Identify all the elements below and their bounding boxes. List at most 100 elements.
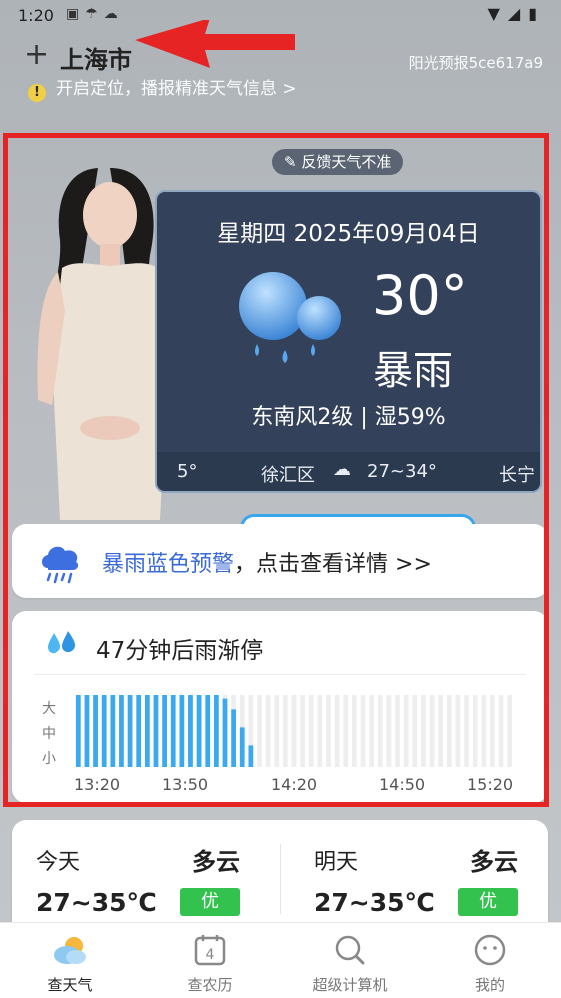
time-tick: 15:20 [467,775,514,794]
status-notification-icons: ▣☂☁ [66,6,124,22]
tab-weather[interactable]: 查天气 [0,923,140,998]
time-tick: 13:20 [74,775,121,794]
tomorrow-label: 明天 [314,850,359,875]
bottom-tab-bar: 查天气 4 查农历 超级计算机 我的 [0,922,561,998]
app-icon: ▣ [66,6,86,22]
rain-bar-track [377,695,383,767]
rain-bar-track [265,695,271,767]
rain-bar [84,695,90,767]
rain-bar [239,727,245,767]
tab-label: 超级计算机 [312,976,388,994]
edit-icon: ✎ [284,153,297,171]
rain-bar-track [360,695,366,767]
rain-bar-track [257,695,262,767]
tab-profile[interactable]: 我的 [420,923,560,998]
ticker-item: 徐汇区 [261,465,315,486]
cloud-rain-icon: ☂ [85,6,104,22]
tomorrow-condition: 多云 [470,848,518,876]
ticker-item: 长宁 [499,465,535,486]
rain-bar-track [403,695,409,767]
raindrops-icon [48,631,76,654]
rain-bar [188,695,193,767]
tab-label: 查农历 [187,976,233,994]
brand-label: 阳光预报5ce617a9 [408,54,543,72]
rain-nowcast-card[interactable]: 47分钟后雨渐停 大 中 小 13:20 13:50 14:20 14:50 1… [12,611,548,803]
weather-icon [54,937,86,964]
calendar-day: 4 [206,947,215,963]
rain-bar-track [352,695,357,767]
rain-bar-track [334,695,340,767]
rain-bar [144,695,150,767]
current-weather-card[interactable]: 星期四 2025年09月04日 30° 暴雨 东南风2级 | 湿59% 5° 徐… [155,190,542,493]
district-ticker[interactable]: 5° 徐汇区 ☁ 27~34° 长宁 [157,452,540,491]
rain-bar [205,695,211,767]
calendar-icon: 4 [194,935,226,966]
tomorrow-temp: 27~35℃ [314,888,435,917]
annotation-arrow [135,20,295,68]
rain-bar [179,695,185,767]
rain-bar [162,695,167,767]
today-aqi-badge: 优 [180,888,240,916]
tab-calendar[interactable]: 4 查农历 [140,923,280,998]
feedback-label: 反馈天气不准 [301,153,392,171]
rain-bar [222,698,228,767]
rain-bar-track [326,695,331,767]
wifi-icon: ▼ [487,4,508,23]
alert-title: 暴雨蓝色预警 [102,552,235,577]
rain-bar-track [395,695,400,767]
rain-bar-track [421,695,426,767]
rain-bar-track [464,695,469,767]
time-tick: 14:50 [379,775,426,794]
rain-bar-track [455,695,461,767]
battery-icon: ▮ [528,4,545,23]
rain-bar [213,695,219,767]
rain-bar-track [481,695,487,767]
rain-bar-track [317,695,323,767]
today-label: 今天 [36,850,81,875]
tomorrow-aqi-badge: 优 [458,888,518,916]
rain-bar [110,695,116,767]
cloud-sun-icon: ☁ [333,459,351,480]
scale-medium: 中 [42,726,56,742]
rain-bar [231,709,236,767]
time-tick: 13:50 [162,775,209,794]
rain-bar-track [472,695,478,767]
rain-bar [248,745,254,767]
rain-bar-track [498,695,504,767]
today-condition: 多云 [192,848,240,876]
rain-bar [196,695,202,767]
rainstorm-warning-icon [42,546,79,584]
divider [34,674,526,675]
tab-supercomputer[interactable]: 超级计算机 [280,923,420,998]
tab-label: 查天气 [47,976,93,994]
today-temp: 27~35℃ [36,888,157,917]
status-system-icons: ▼◢▮ [488,4,545,23]
city-name[interactable]: 上海市 [60,40,132,75]
profile-icon [474,934,506,966]
rain-bar [136,695,142,767]
ticker-item: 27~34° [367,461,437,482]
status-time: 1:20 [18,6,54,25]
feedback-button[interactable]: ✎ 反馈天气不准 [272,149,404,175]
weather-alert-card[interactable]: 暴雨蓝色预警，点击查看详情 >> [12,524,548,598]
warning-icon: ! [28,84,46,102]
rain-bar-track [291,695,297,767]
alert-suffix: ，点击查看详情 >> [234,552,432,577]
rain-bar-track [507,695,513,767]
heavy-rain-icon [239,272,341,363]
rain-title: 47分钟后雨渐停 [96,638,264,664]
rain-bar [101,695,107,767]
tab-label: 我的 [474,976,505,994]
signal-icon: ◢ [507,4,529,23]
current-temperature: 30° [372,264,468,327]
scale-light: 小 [42,751,56,767]
weather-date: 星期四 2025年09月04日 [217,221,480,247]
current-condition: 暴雨 [373,348,453,394]
rain-bar-track [283,695,288,767]
rain-bar-track [343,695,349,767]
ticker-item: 5° [177,461,198,482]
add-city-button[interactable]: + [24,38,49,72]
rain-intensity-chart [75,695,513,767]
rain-bar [93,695,98,767]
rain-bar [127,695,133,767]
